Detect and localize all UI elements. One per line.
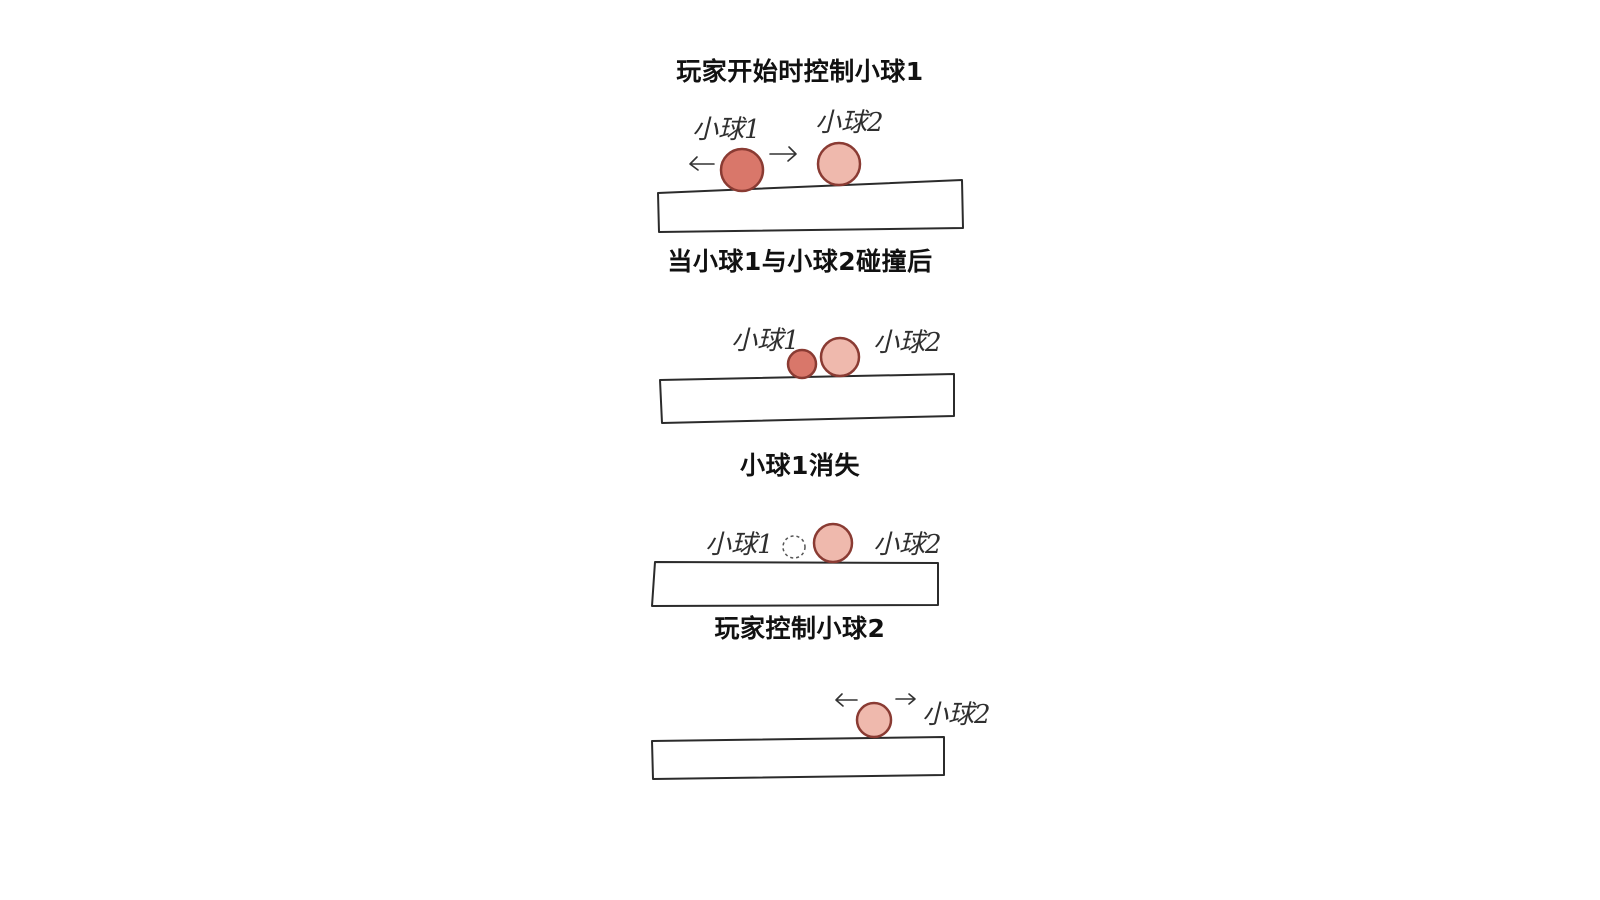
panel-2: 小球1 小球2 bbox=[659, 326, 955, 424]
ball-1 bbox=[786, 348, 818, 380]
ground-platform bbox=[659, 373, 955, 424]
ball2-label: 小球2 bbox=[815, 108, 884, 138]
ball1-label: 小球1 bbox=[692, 115, 761, 145]
ball2-label: 小球2 bbox=[873, 328, 942, 358]
ball2-label: 小球2 bbox=[922, 700, 991, 730]
move-right-arrow-icon bbox=[769, 146, 797, 162]
ground-platform bbox=[651, 561, 939, 607]
ground-platform bbox=[657, 179, 964, 233]
ground-platform bbox=[651, 736, 945, 780]
ball-2 bbox=[819, 336, 861, 378]
ball1-label: 小球1 bbox=[731, 326, 800, 356]
move-right-arrow-icon bbox=[895, 693, 916, 705]
diagram-canvas: 小球1 小球2 小球1 小球2 小球1 小球2 小球2 bbox=[651, 108, 991, 780]
ball-1 bbox=[719, 147, 765, 193]
panel-3: 小球1 小球2 bbox=[651, 522, 942, 607]
vanished-ball-1-outline bbox=[782, 535, 806, 559]
ball-2 bbox=[816, 141, 862, 187]
ball-2 bbox=[812, 522, 854, 564]
ball2-label: 小球2 bbox=[873, 530, 942, 560]
panel-1: 小球1 小球2 bbox=[657, 108, 964, 233]
ball1-label: 小球1 bbox=[705, 530, 774, 560]
move-left-arrow-icon bbox=[689, 156, 715, 171]
move-left-arrow-icon bbox=[835, 693, 858, 707]
ball-2 bbox=[855, 701, 893, 739]
panel-4: 小球2 bbox=[651, 693, 991, 780]
